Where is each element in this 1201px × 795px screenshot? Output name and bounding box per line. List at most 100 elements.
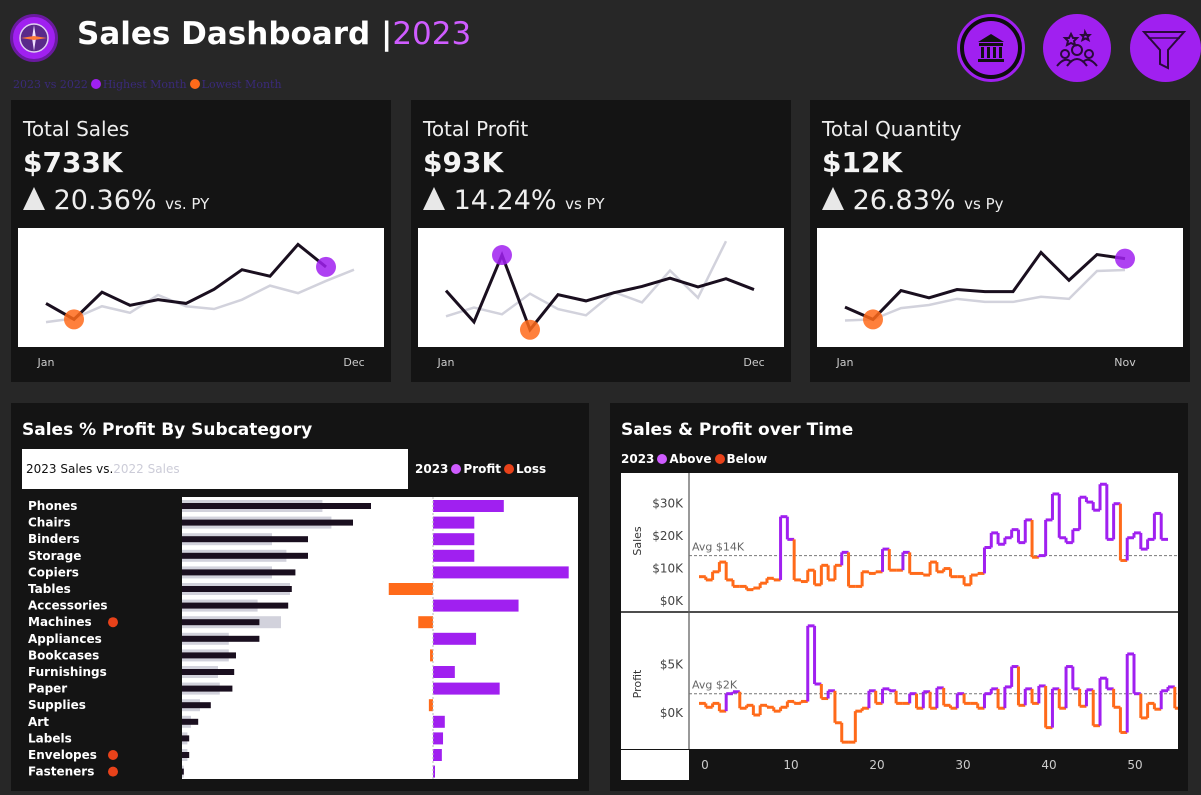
current-year-bar	[182, 669, 235, 675]
loss-bar	[430, 649, 433, 662]
profit-avg-label: Avg $2K	[692, 679, 738, 692]
current-year-bar	[182, 635, 260, 642]
kpi-change: 14.24% vs PY	[423, 185, 604, 216]
subcategory-panel: Sales % Profit By Subcategory 2023 Sales…	[11, 403, 589, 791]
lowest-month-marker	[863, 309, 883, 330]
kpi-value: $12K	[822, 146, 903, 179]
current-year-bar	[182, 586, 292, 592]
category-label: Phones	[28, 499, 77, 513]
category-label: Labels	[28, 731, 72, 745]
sales-tick-label: $20K	[652, 529, 684, 543]
above-below-legend: 2023 Above Below	[621, 452, 768, 466]
profit-axis-title: Profit	[631, 669, 644, 698]
profit-tick-label: $0K	[660, 706, 684, 720]
subcategory-chart: Phones Chairs Binders Storage Copiers Tables A…	[28, 497, 578, 779]
up-triangle-icon	[423, 187, 445, 210]
profit-bar	[433, 599, 519, 612]
up-triangle-icon	[23, 187, 45, 210]
x-tick-label: Nov	[1114, 356, 1136, 369]
profit-bar	[433, 732, 444, 745]
kpi-label: Total Profit	[423, 117, 529, 141]
sales-avg-label: Avg $14K	[692, 541, 745, 554]
category-label: Accessories	[28, 599, 108, 613]
profit-bar	[433, 666, 455, 678]
page-title: Sales Dashboard |2023	[77, 16, 472, 52]
current-year-bar	[182, 503, 371, 509]
category-label: Machines	[28, 615, 92, 629]
category-label: Appliances	[28, 632, 102, 646]
highest-month-marker	[492, 245, 512, 266]
current-year-bar	[182, 536, 308, 543]
profit-bar	[433, 516, 475, 529]
lowest-month-marker	[520, 319, 540, 340]
category-label: Envelopes	[28, 748, 97, 762]
kpi-legend: 2023 vs 2022 Highest Month Lowest Month	[13, 78, 282, 91]
loss-indicator	[108, 766, 118, 777]
current-year-bar	[182, 685, 233, 692]
x-tick-label: Dec	[743, 356, 764, 369]
compass-logo-icon	[10, 14, 58, 62]
kpi-value: $733K	[23, 146, 123, 179]
time-chart: Sales $0K $10K $20K $30K Avg $14K Profit $0K $5K…	[621, 473, 1178, 780]
kpi-card-quantity: Total Quantity $12K 26.83% vs Py Jan Nov	[810, 100, 1190, 382]
kpi-card-sales: Total Sales $733K 20.36% vs. PY Jan Dec	[11, 100, 391, 382]
profit-bar	[433, 632, 477, 645]
filter-icon	[1141, 31, 1187, 70]
profit-bar	[433, 566, 569, 579]
users-button[interactable]	[1043, 14, 1111, 82]
x-tick-label: 10	[783, 758, 798, 772]
current-year-bar	[182, 619, 260, 626]
quantity-sparkline: Jan Nov	[817, 228, 1183, 369]
up-triangle-icon	[822, 187, 844, 210]
current-year-bar	[182, 752, 190, 758]
category-label: Paper	[28, 682, 67, 696]
category-label: Furnishings	[28, 665, 107, 679]
category-label: Tables	[28, 582, 71, 596]
time-panel: Sales & Profit over Time 2023 Above Below …	[610, 403, 1188, 791]
profit-sparkline: Jan Dec	[418, 228, 784, 369]
kpi-label: Total Quantity	[822, 117, 962, 141]
profit-bar	[433, 749, 442, 761]
profit-tick-label: $5K	[660, 658, 684, 672]
users-icon	[1056, 28, 1098, 67]
kpi-label: Total Sales	[23, 117, 130, 141]
current-year-bar	[182, 602, 289, 609]
category-label: Supplies	[28, 698, 86, 712]
current-year-bar	[182, 702, 211, 709]
highest-month-marker	[316, 256, 336, 277]
subcategory-title: Sales % Profit By Subcategory	[22, 420, 313, 440]
loss-bar	[418, 616, 433, 629]
category-label: Fasteners	[28, 765, 94, 779]
profit-bar	[433, 500, 504, 512]
sales-sparkline: Jan Dec	[18, 228, 384, 369]
x-tick-label: 30	[955, 758, 970, 772]
profit-bar	[433, 765, 435, 778]
bank-icon	[964, 21, 1018, 75]
current-year-bar	[182, 519, 353, 526]
x-tick-label: 0	[701, 758, 709, 772]
current-year-bar	[182, 768, 184, 775]
profit-bar	[433, 682, 500, 695]
category-label: Chairs	[28, 516, 71, 530]
sales-comparison-legend: 2023 Sales vs.2022 Sales	[22, 449, 408, 489]
kpi-change: 26.83% vs Py	[822, 185, 1004, 216]
x-tick-label: Dec	[343, 356, 364, 369]
category-label: Bookcases	[28, 648, 99, 662]
profit-loss-legend: 2023 Profit Loss	[415, 462, 547, 476]
x-tick-label: 50	[1127, 758, 1142, 772]
x-tick-label: Jan	[37, 356, 55, 369]
category-label: Art	[28, 715, 49, 729]
bank-button[interactable]	[957, 14, 1025, 82]
loss-indicator	[108, 617, 118, 628]
filter-button[interactable]	[1130, 14, 1201, 82]
profit-bar	[433, 533, 475, 546]
category-label: Storage	[28, 549, 81, 563]
kpi-card-profit: Total Profit $93K 14.24% vs PY Jan Dec	[411, 100, 791, 382]
category-label: Copiers	[28, 565, 79, 579]
kpi-change: 20.36% vs. PY	[23, 185, 209, 216]
kpi-value: $93K	[423, 146, 504, 179]
category-label: Binders	[28, 532, 80, 546]
current-year-bar	[182, 552, 308, 559]
loss-indicator	[108, 750, 118, 760]
time-title: Sales & Profit over Time	[621, 420, 854, 440]
